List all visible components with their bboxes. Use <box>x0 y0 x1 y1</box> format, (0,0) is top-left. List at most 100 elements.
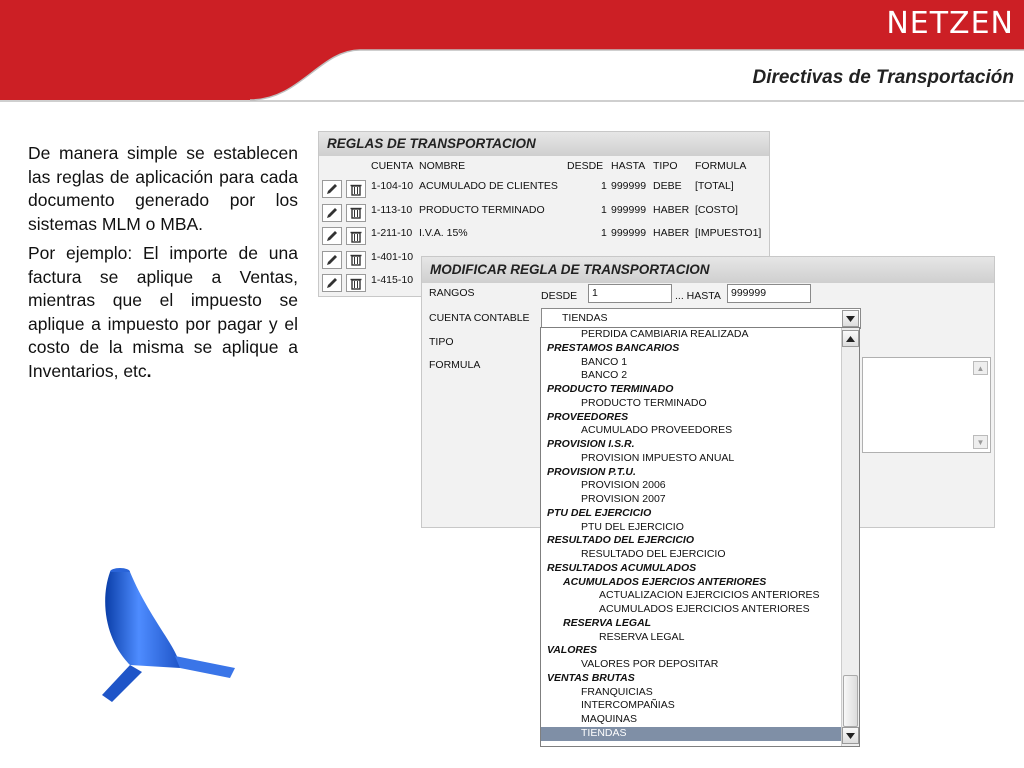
column-cuenta: CUENTA <box>371 160 414 172</box>
trash-icon[interactable] <box>346 227 366 245</box>
cell-cuenta: 1-104-10 <box>371 180 414 192</box>
dropdown-group-header: RESERVA LEGAL <box>563 616 652 629</box>
dropdown-group-header: PROVISION P.T.U. <box>547 465 636 478</box>
dropdown-option[interactable]: PROVISION 2006 <box>541 479 859 493</box>
dropdown-group-header: PRODUCTO TERMINADO <box>547 383 674 395</box>
rangos-label: RANGOS <box>429 287 475 299</box>
dropdown-group-header: RESULTADO DEL EJERCICIO <box>547 534 695 547</box>
dropdown-option[interactable]: PTU DEL EJERCICIO <box>541 521 859 535</box>
cell-hasta: 999999 <box>611 203 647 216</box>
dropdown-option[interactable]: BANCO 2 <box>541 369 859 383</box>
brand-logo: NETZEN <box>886 6 1014 41</box>
hasta-label: ... HASTA <box>675 290 721 302</box>
trash-icon[interactable] <box>346 203 366 222</box>
table-row: 1-211-10 I.V.A. 15% 1 999999 HABER [IMPUESTO1… <box>319 223 769 247</box>
slide-subtitle: Directivas de Transportación <box>752 67 1014 88</box>
dropdown-group-header: PROVISION I.S.R. <box>547 438 635 450</box>
trash-icon[interactable] <box>346 180 366 198</box>
dropdown-option[interactable]: INTERCOMPAÑIAS <box>541 699 859 713</box>
dropdown-option[interactable]: PROVISION 2007 <box>541 493 859 507</box>
dropdown-option[interactable]: FRANQUICIAS <box>541 686 859 700</box>
cell-tipo: HABER <box>653 227 690 239</box>
dropdown-option[interactable]: PRODUCTO TERMINADO <box>541 397 859 411</box>
dropdown-group-header: PRESTAMOS BANCARIOS <box>547 341 680 354</box>
intro-paragraph-1: De manera simple se establecen las regla… <box>28 143 298 234</box>
dropdown-group-header: PTU DEL EJERCICIO <box>547 506 652 519</box>
cuenta-contable-dropdown[interactable]: PERDIDA CAMBIARIA REALIZADA PRESTAMOS BAN… <box>540 327 860 747</box>
cell-cuenta: 1-401-10 <box>371 250 414 263</box>
intro-paragraph-2: Por ejemplo: El importe de una factura s… <box>28 242 298 383</box>
chevron-up-icon[interactable] <box>842 330 859 347</box>
table-row: 1-104-10 ACUMULADO DE CLIENTES 1 999999 DEBE… <box>319 176 769 200</box>
cell-cuenta: 1-415-10 <box>371 274 414 286</box>
pencil-icon[interactable] <box>322 274 342 292</box>
cell-nombre: I.V.A. 15% <box>419 227 468 239</box>
formula-textarea[interactable]: ▲ ▼ <box>862 357 991 453</box>
dropdown-option[interactable]: BANCO 1 <box>541 356 859 370</box>
cuenta-contable-value: TIENDAS <box>562 312 608 324</box>
cell-formula: [TOTAL] <box>695 180 734 192</box>
dropdown-group-header: PROVEEDORES <box>547 410 629 423</box>
chevron-down-icon[interactable] <box>842 310 859 327</box>
dropdown-option[interactable]: ACUMULADO PROVEEDORES <box>541 424 859 438</box>
pencil-icon[interactable] <box>322 203 342 222</box>
cell-formula: [COSTO] <box>695 203 738 216</box>
chevron-down-icon[interactable] <box>842 727 859 744</box>
cell-tipo: DEBE <box>653 180 682 192</box>
cell-desde: 1 <box>601 180 607 192</box>
scroll-up-icon[interactable]: ▲ <box>973 361 988 375</box>
cell-desde: 1 <box>601 203 607 216</box>
dropdown-group-header: RESULTADOS ACUMULADOS <box>547 561 697 574</box>
cell-tipo: HABER <box>653 203 690 216</box>
cuenta-contable-label: CUENTA CONTABLE <box>429 312 530 324</box>
cell-hasta: 999999 <box>611 180 647 192</box>
column-hasta: HASTA <box>611 160 646 172</box>
cell-cuenta: 1-113-10 <box>371 203 413 216</box>
dropdown-scrollbar[interactable] <box>841 328 859 746</box>
dropdown-option[interactable]: VALORES POR DEPOSITAR <box>541 658 859 672</box>
table-row: 1-113-10 PRODUCTO TERMINADO 1 999999 HABER [C… <box>319 200 769 224</box>
cuenta-contable-select[interactable]: TIENDAS <box>541 308 861 329</box>
pencil-icon[interactable] <box>322 180 342 198</box>
rules-table-header: CUENTA NOMBRE DESDE HASTA TIPO FORMULA <box>319 156 769 176</box>
dropdown-option[interactable]: RESERVA LEGAL <box>541 631 859 645</box>
formula-label: FORMULA <box>429 359 481 371</box>
cell-desde: 1 <box>601 227 607 239</box>
column-formula: FORMULA <box>695 160 747 172</box>
desde-input[interactable]: 1 <box>588 284 672 303</box>
dropdown-option[interactable]: ACTUALIZACION EJERCICIOS ANTERIORES <box>541 589 859 603</box>
pencil-icon[interactable] <box>322 250 342 269</box>
column-desde: DESDE <box>567 160 604 172</box>
trash-icon[interactable] <box>346 250 366 269</box>
hasta-input[interactable]: 999999 <box>727 284 811 303</box>
modify-panel-title: MODIFICAR REGLA DE TRANSPORTACION <box>422 257 994 283</box>
dropdown-option[interactable]: PERDIDA CAMBIARIA REALIZADA <box>541 328 859 342</box>
funnel-icon <box>102 568 235 702</box>
column-tipo: TIPO <box>653 160 678 172</box>
intro-paragraph-2-text: Por ejemplo: El importe de una factura s… <box>28 243 298 381</box>
pencil-icon[interactable] <box>322 227 342 245</box>
dropdown-option[interactable]: RESULTADO DEL EJERCICIO <box>541 548 859 562</box>
cell-nombre: PRODUCTO TERMINADO <box>419 203 545 216</box>
cell-hasta: 999999 <box>611 227 647 239</box>
scrollbar-thumb[interactable] <box>843 675 858 727</box>
dropdown-list: PERDIDA CAMBIARIA REALIZADA PRESTAMOS BAN… <box>541 328 859 741</box>
cell-cuenta: 1-211-10 <box>371 227 413 239</box>
dropdown-group-header: ACUMULADOS EJERCIOS ANTERIORES <box>563 575 767 588</box>
cell-formula: [IMPUESTO1] <box>695 227 762 239</box>
dropdown-option[interactable]: ACUMULADOS EJERCICIOS ANTERIORES <box>541 603 859 617</box>
dropdown-option[interactable]: MAQUINAS <box>541 713 859 727</box>
intro-paragraph-2-end: . <box>146 360 152 381</box>
slide-header: NETZEN Directivas de Transportación <box>0 0 1024 104</box>
intro-text: De manera simple se establecen las regla… <box>28 142 298 389</box>
dropdown-option[interactable]: TIENDAS <box>541 726 859 741</box>
dropdown-group-header: VENTAS BRUTAS <box>547 671 635 684</box>
dropdown-option[interactable]: PROVISION IMPUESTO ANUAL <box>541 452 859 466</box>
scroll-down-icon[interactable]: ▼ <box>973 435 988 449</box>
tipo-label: TIPO <box>429 336 454 348</box>
cell-nombre: ACUMULADO DE CLIENTES <box>419 180 558 192</box>
dropdown-group-header: VALORES <box>547 644 597 657</box>
desde-label: DESDE <box>541 290 578 302</box>
rules-panel-title: REGLAS DE TRANSPORTACION <box>319 132 769 156</box>
trash-icon[interactable] <box>346 274 366 292</box>
